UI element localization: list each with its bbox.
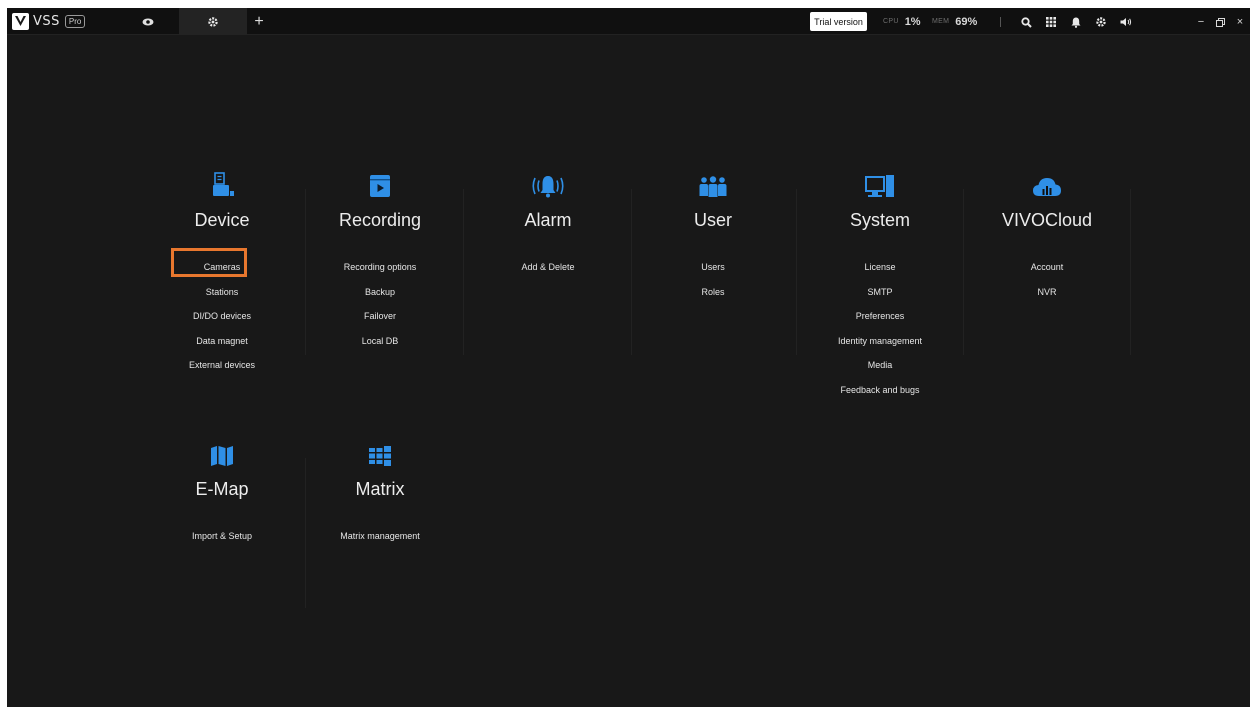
memory-usage: MEM 69% <box>932 8 977 35</box>
device-menu: Cameras Stations DI/DO devices Data magn… <box>138 254 306 377</box>
category-title: E-Map <box>195 479 249 499</box>
menu-item-add-delete[interactable]: Add & Delete <box>464 254 632 279</box>
menu-item-account[interactable]: Account <box>963 254 1131 279</box>
bell-icon <box>1071 17 1081 28</box>
menu-item-stations[interactable]: Stations <box>138 279 306 304</box>
cpu-value: 1% <box>904 15 921 28</box>
recording-menu: Recording options Backup Failover Local … <box>296 254 464 352</box>
menu-item-matrix-management[interactable]: Matrix management <box>296 523 464 548</box>
volume-button[interactable] <box>1117 13 1135 31</box>
recording-icon <box>296 172 464 198</box>
vivotek-logo-icon <box>12 13 29 30</box>
user-menu: Users Roles <box>629 254 797 303</box>
category-title: Device <box>194 210 250 230</box>
vivocloud-menu: Account NVR <box>963 254 1131 303</box>
app-name: VSS <box>33 14 60 29</box>
close-button[interactable]: × <box>1231 13 1249 31</box>
menu-item-identity-management[interactable]: Identity management <box>796 328 964 353</box>
cpu-label: CPU <box>883 18 899 25</box>
category-matrix: Matrix Matrix management <box>296 441 464 548</box>
minimize-button[interactable]: − <box>1192 13 1210 31</box>
menu-item-roles[interactable]: Roles <box>629 279 797 304</box>
gear-icon <box>1096 17 1106 27</box>
emap-menu: Import & Setup <box>138 523 306 548</box>
category-emap: E-Map Import & Setup <box>138 441 306 608</box>
menu-item-data-magnet[interactable]: Data magnet <box>138 328 306 353</box>
category-user: User Users Roles <box>629 172 797 355</box>
menu-item-backup[interactable]: Backup <box>296 279 464 304</box>
apps-grid-icon <box>1046 17 1056 27</box>
menu-item-local-db[interactable]: Local DB <box>296 328 464 353</box>
category-title: Matrix <box>355 479 405 499</box>
menu-item-recording-options[interactable]: Recording options <box>296 254 464 279</box>
edition-badge: Pro <box>64 15 86 28</box>
toolbar-divider <box>1000 17 1001 27</box>
users-group-icon <box>629 172 797 198</box>
brand[interactable]: VSS Pro <box>12 12 86 31</box>
menu-item-preferences[interactable]: Preferences <box>796 303 964 328</box>
top-bar: VSS Pro + Trial version CPU 1% MEM 69% −… <box>7 8 1250 35</box>
menu-item-cameras[interactable]: Cameras <box>138 254 306 279</box>
menu-item-external-devices[interactable]: External devices <box>138 352 306 377</box>
gear-icon <box>208 16 218 27</box>
menu-item-users[interactable]: Users <box>629 254 797 279</box>
search-button[interactable] <box>1017 13 1035 31</box>
system-menu: License SMTP Preferences Identity manage… <box>796 254 964 401</box>
matrix-menu: Matrix management <box>296 523 464 548</box>
notifications-button[interactable] <box>1067 13 1085 31</box>
matrix-grid-icon <box>296 441 464 467</box>
menu-item-media[interactable]: Media <box>796 352 964 377</box>
apps-button[interactable] <box>1042 13 1060 31</box>
search-icon <box>1020 16 1032 28</box>
menu-item-nvr[interactable]: NVR <box>963 279 1131 304</box>
column-divider <box>1130 189 1131 355</box>
eye-icon <box>142 18 154 25</box>
map-icon <box>138 441 306 467</box>
category-title: Recording <box>338 210 422 230</box>
device-icon <box>138 172 306 198</box>
cloud-icon <box>963 172 1131 198</box>
tab-live-view[interactable] <box>133 8 163 35</box>
mem-value: 69% <box>955 15 978 28</box>
menu-item-feedback-and-bugs[interactable]: Feedback and bugs <box>796 377 964 402</box>
menu-item-license[interactable]: License <box>796 254 964 279</box>
minimize-icon: − <box>1197 16 1205 28</box>
category-title: User <box>693 210 732 230</box>
alarm-menu: Add & Delete <box>464 254 632 279</box>
speaker-icon <box>1120 18 1132 26</box>
category-alarm: Alarm Add & Delete <box>464 172 632 355</box>
category-title: Alarm <box>524 210 572 230</box>
app-window: VSS Pro + Trial version CPU 1% MEM 69% −… <box>7 8 1250 707</box>
alarm-bell-icon <box>464 172 632 198</box>
category-title: VIVOCloud <box>1001 210 1093 230</box>
category-system: System License SMTP Preferences Identity… <box>796 172 964 401</box>
menu-item-smtp[interactable]: SMTP <box>796 279 964 304</box>
menu-item-failover[interactable]: Failover <box>296 303 464 328</box>
menu-item-dido-devices[interactable]: DI/DO devices <box>138 303 306 328</box>
restore-button[interactable] <box>1211 13 1229 31</box>
restore-icon <box>1215 17 1225 27</box>
category-device: Device Cameras Stations DI/DO devices Da… <box>138 172 306 377</box>
close-icon: × <box>1236 16 1244 28</box>
tab-settings[interactable] <box>179 8 247 35</box>
category-recording: Recording Recording options Backup Failo… <box>296 172 464 355</box>
menu-item-import-setup[interactable]: Import & Setup <box>138 523 306 548</box>
cpu-usage: CPU 1% <box>883 8 921 35</box>
settings-button[interactable] <box>1092 13 1110 31</box>
computer-icon <box>796 172 964 198</box>
mem-label: MEM <box>932 18 950 25</box>
category-title: System <box>849 210 910 230</box>
add-tab-button[interactable]: + <box>249 8 269 35</box>
category-vivocloud: VIVOCloud Account NVR <box>963 172 1131 355</box>
trial-version-button[interactable]: Trial version <box>810 12 867 31</box>
